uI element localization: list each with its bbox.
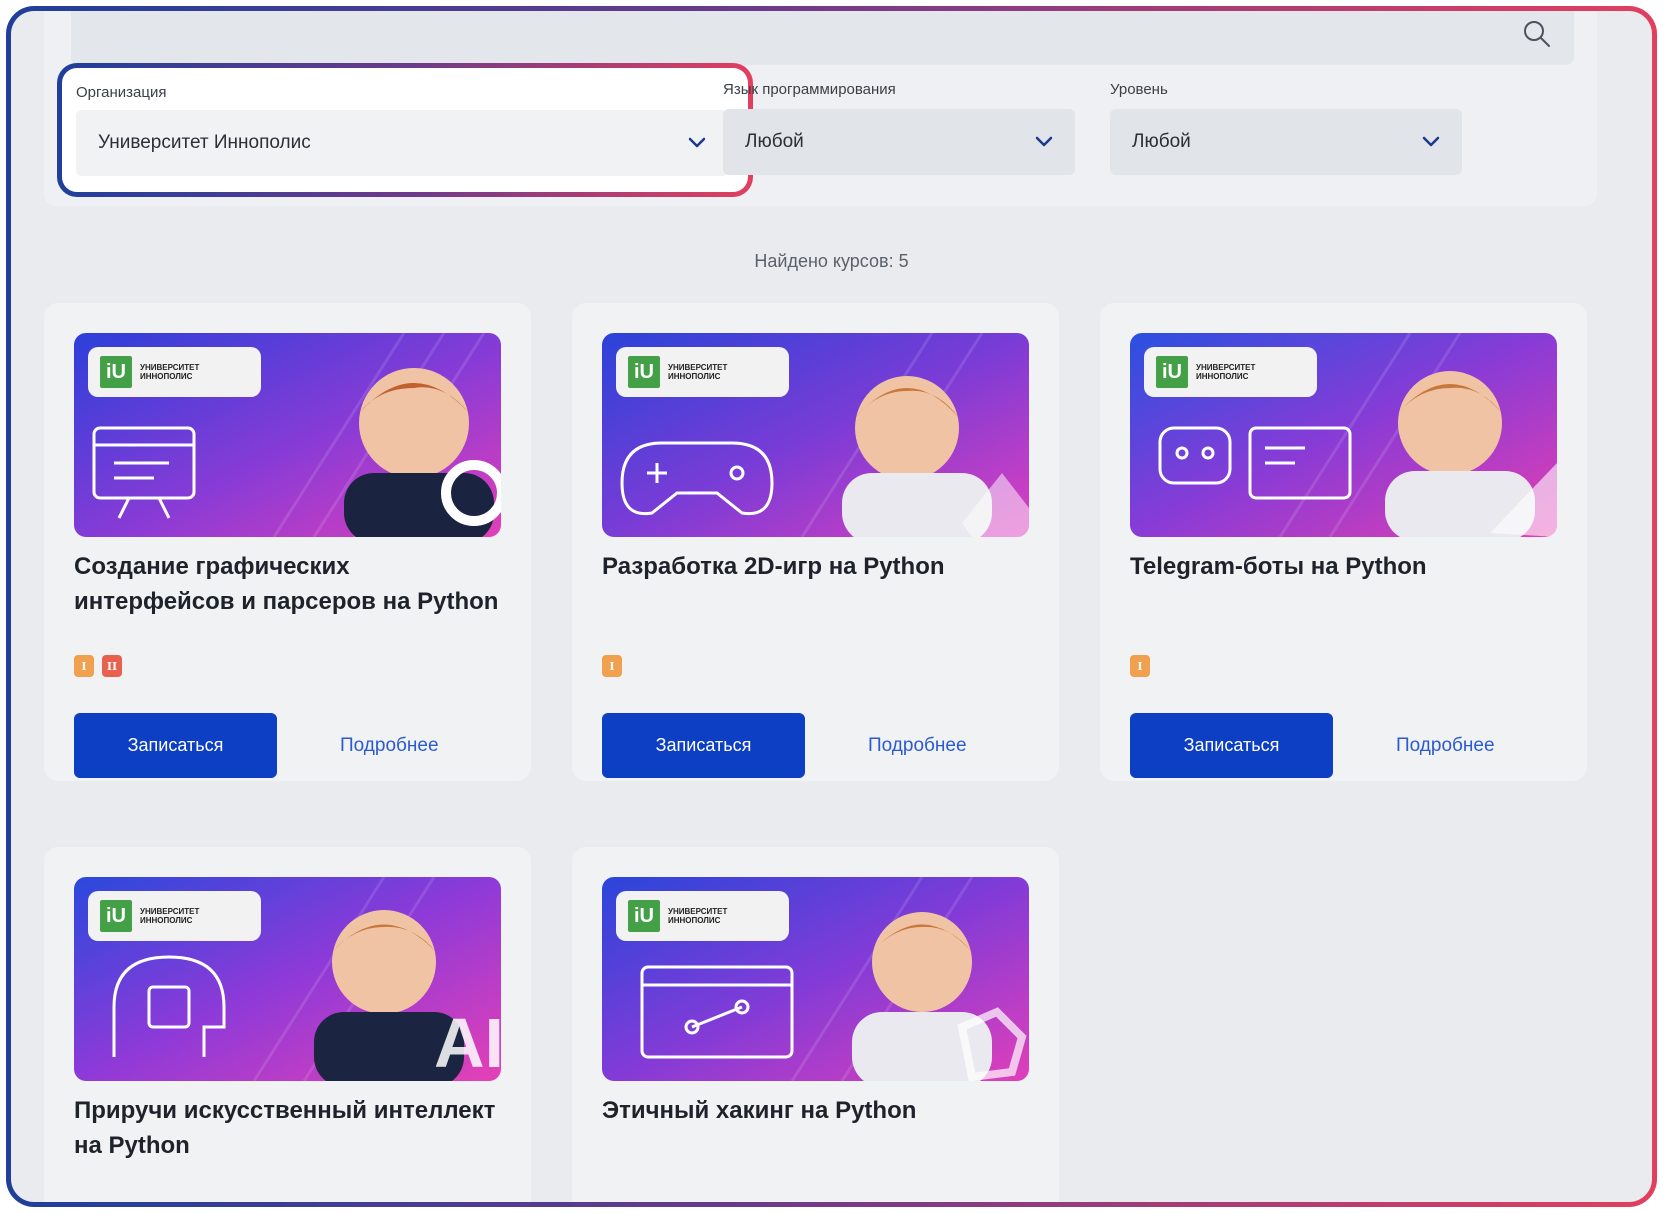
innopolis-logo: iU УНИВЕРСИТЕТ ИННОПОЛИС [616, 347, 789, 397]
details-link[interactable]: Подробнее [340, 713, 439, 778]
level-badges: I II [74, 655, 122, 677]
course-cover-image[interactable]: iU УНИВЕРСИТЕТ ИННОПОЛИС [1130, 333, 1557, 537]
level-select[interactable]: Любой [1110, 109, 1462, 175]
chevron-down-icon [1422, 136, 1440, 147]
organization-select-value: Университет Иннополис [98, 132, 311, 153]
search-input[interactable] [71, 11, 1574, 65]
course-cover-image[interactable]: iU УНИВЕРСИТЕТ ИННОПОЛИС [602, 877, 1029, 1081]
language-select[interactable]: Любой [723, 109, 1075, 175]
course-cover-image[interactable]: AI iU УНИВЕРСИТЕТ ИННОПОЛИС [74, 877, 501, 1081]
course-card: iU УНИВЕРСИТЕТ ИННОПОЛИС Telegram-боты н… [1100, 303, 1587, 781]
svg-text:AI: AI [434, 1004, 501, 1081]
innopolis-logo: iU УНИВЕРСИТЕТ ИННОПОЛИС [88, 891, 261, 941]
organization-filter-label: Организация [76, 84, 167, 101]
level-filter-label: Уровень [1110, 81, 1168, 98]
innopolis-logo: iU УНИВЕРСИТЕТ ИННОПОЛИС [1144, 347, 1317, 397]
language-select-value: Любой [745, 131, 804, 152]
organization-filter-highlight: Организация Университет Иннополис [57, 63, 753, 197]
level-badges: I [1130, 655, 1150, 677]
course-card: iU УНИВЕРСИТЕТ ИННОПОЛИС Этичный хакинг … [572, 847, 1059, 1202]
language-filter: Язык программирования Любой [723, 81, 1075, 175]
level-filter: Уровень Любой [1110, 81, 1462, 175]
course-cover-image[interactable]: iU УНИВЕРСИТЕТ ИННОПОЛИС [74, 333, 501, 537]
enroll-button[interactable]: Записаться [602, 713, 805, 778]
chevron-down-icon [1035, 136, 1053, 147]
highlight-frame: Организация Университет Иннополис Язык п… [6, 6, 1657, 1207]
details-link[interactable]: Подробнее [1396, 713, 1495, 778]
course-cover-image[interactable]: iU УНИВЕРСИТЕТ ИННОПОЛИС [602, 333, 1029, 537]
innopolis-logo: iU УНИВЕРСИТЕТ ИННОПОЛИС [88, 347, 261, 397]
page-viewport: Организация Университет Иннополис Язык п… [11, 11, 1652, 1202]
enroll-button[interactable]: Записаться [74, 713, 277, 778]
course-card: iU УНИВЕРСИТЕТ ИННОПОЛИС Разработка 2D-и… [572, 303, 1059, 781]
course-title[interactable]: Разработка 2D-игр на Python [602, 549, 1032, 584]
details-link[interactable]: Подробнее [868, 713, 967, 778]
course-title[interactable]: Создание графических интерфейсов и парсе… [74, 549, 504, 619]
course-title[interactable]: Приручи искусственный интеллект на Pytho… [74, 1093, 504, 1163]
level-select-value: Любой [1132, 131, 1191, 152]
search-icon[interactable] [1522, 19, 1552, 49]
course-card: AI iU УНИВЕРСИТЕТ ИННОПОЛИС Приручи иску… [44, 847, 531, 1202]
level-badges: I [602, 655, 622, 677]
level-badge: II [102, 655, 122, 677]
level-badge: I [602, 655, 622, 677]
results-count: Найдено курсов: 5 [754, 251, 909, 271]
organization-select[interactable]: Университет Иннополис [76, 110, 728, 176]
language-filter-label: Язык программирования [723, 81, 896, 98]
innopolis-logo: iU УНИВЕРСИТЕТ ИННОПОЛИС [616, 891, 789, 941]
chevron-down-icon [688, 137, 706, 148]
enroll-button[interactable]: Записаться [1130, 713, 1333, 778]
course-title[interactable]: Этичный хакинг на Python [602, 1093, 1032, 1128]
course-title[interactable]: Telegram-боты на Python [1130, 549, 1560, 584]
level-badge: I [1130, 655, 1150, 677]
level-badge: I [74, 655, 94, 677]
course-card: iU УНИВЕРСИТЕТ ИННОПОЛИС Создание графич… [44, 303, 531, 781]
